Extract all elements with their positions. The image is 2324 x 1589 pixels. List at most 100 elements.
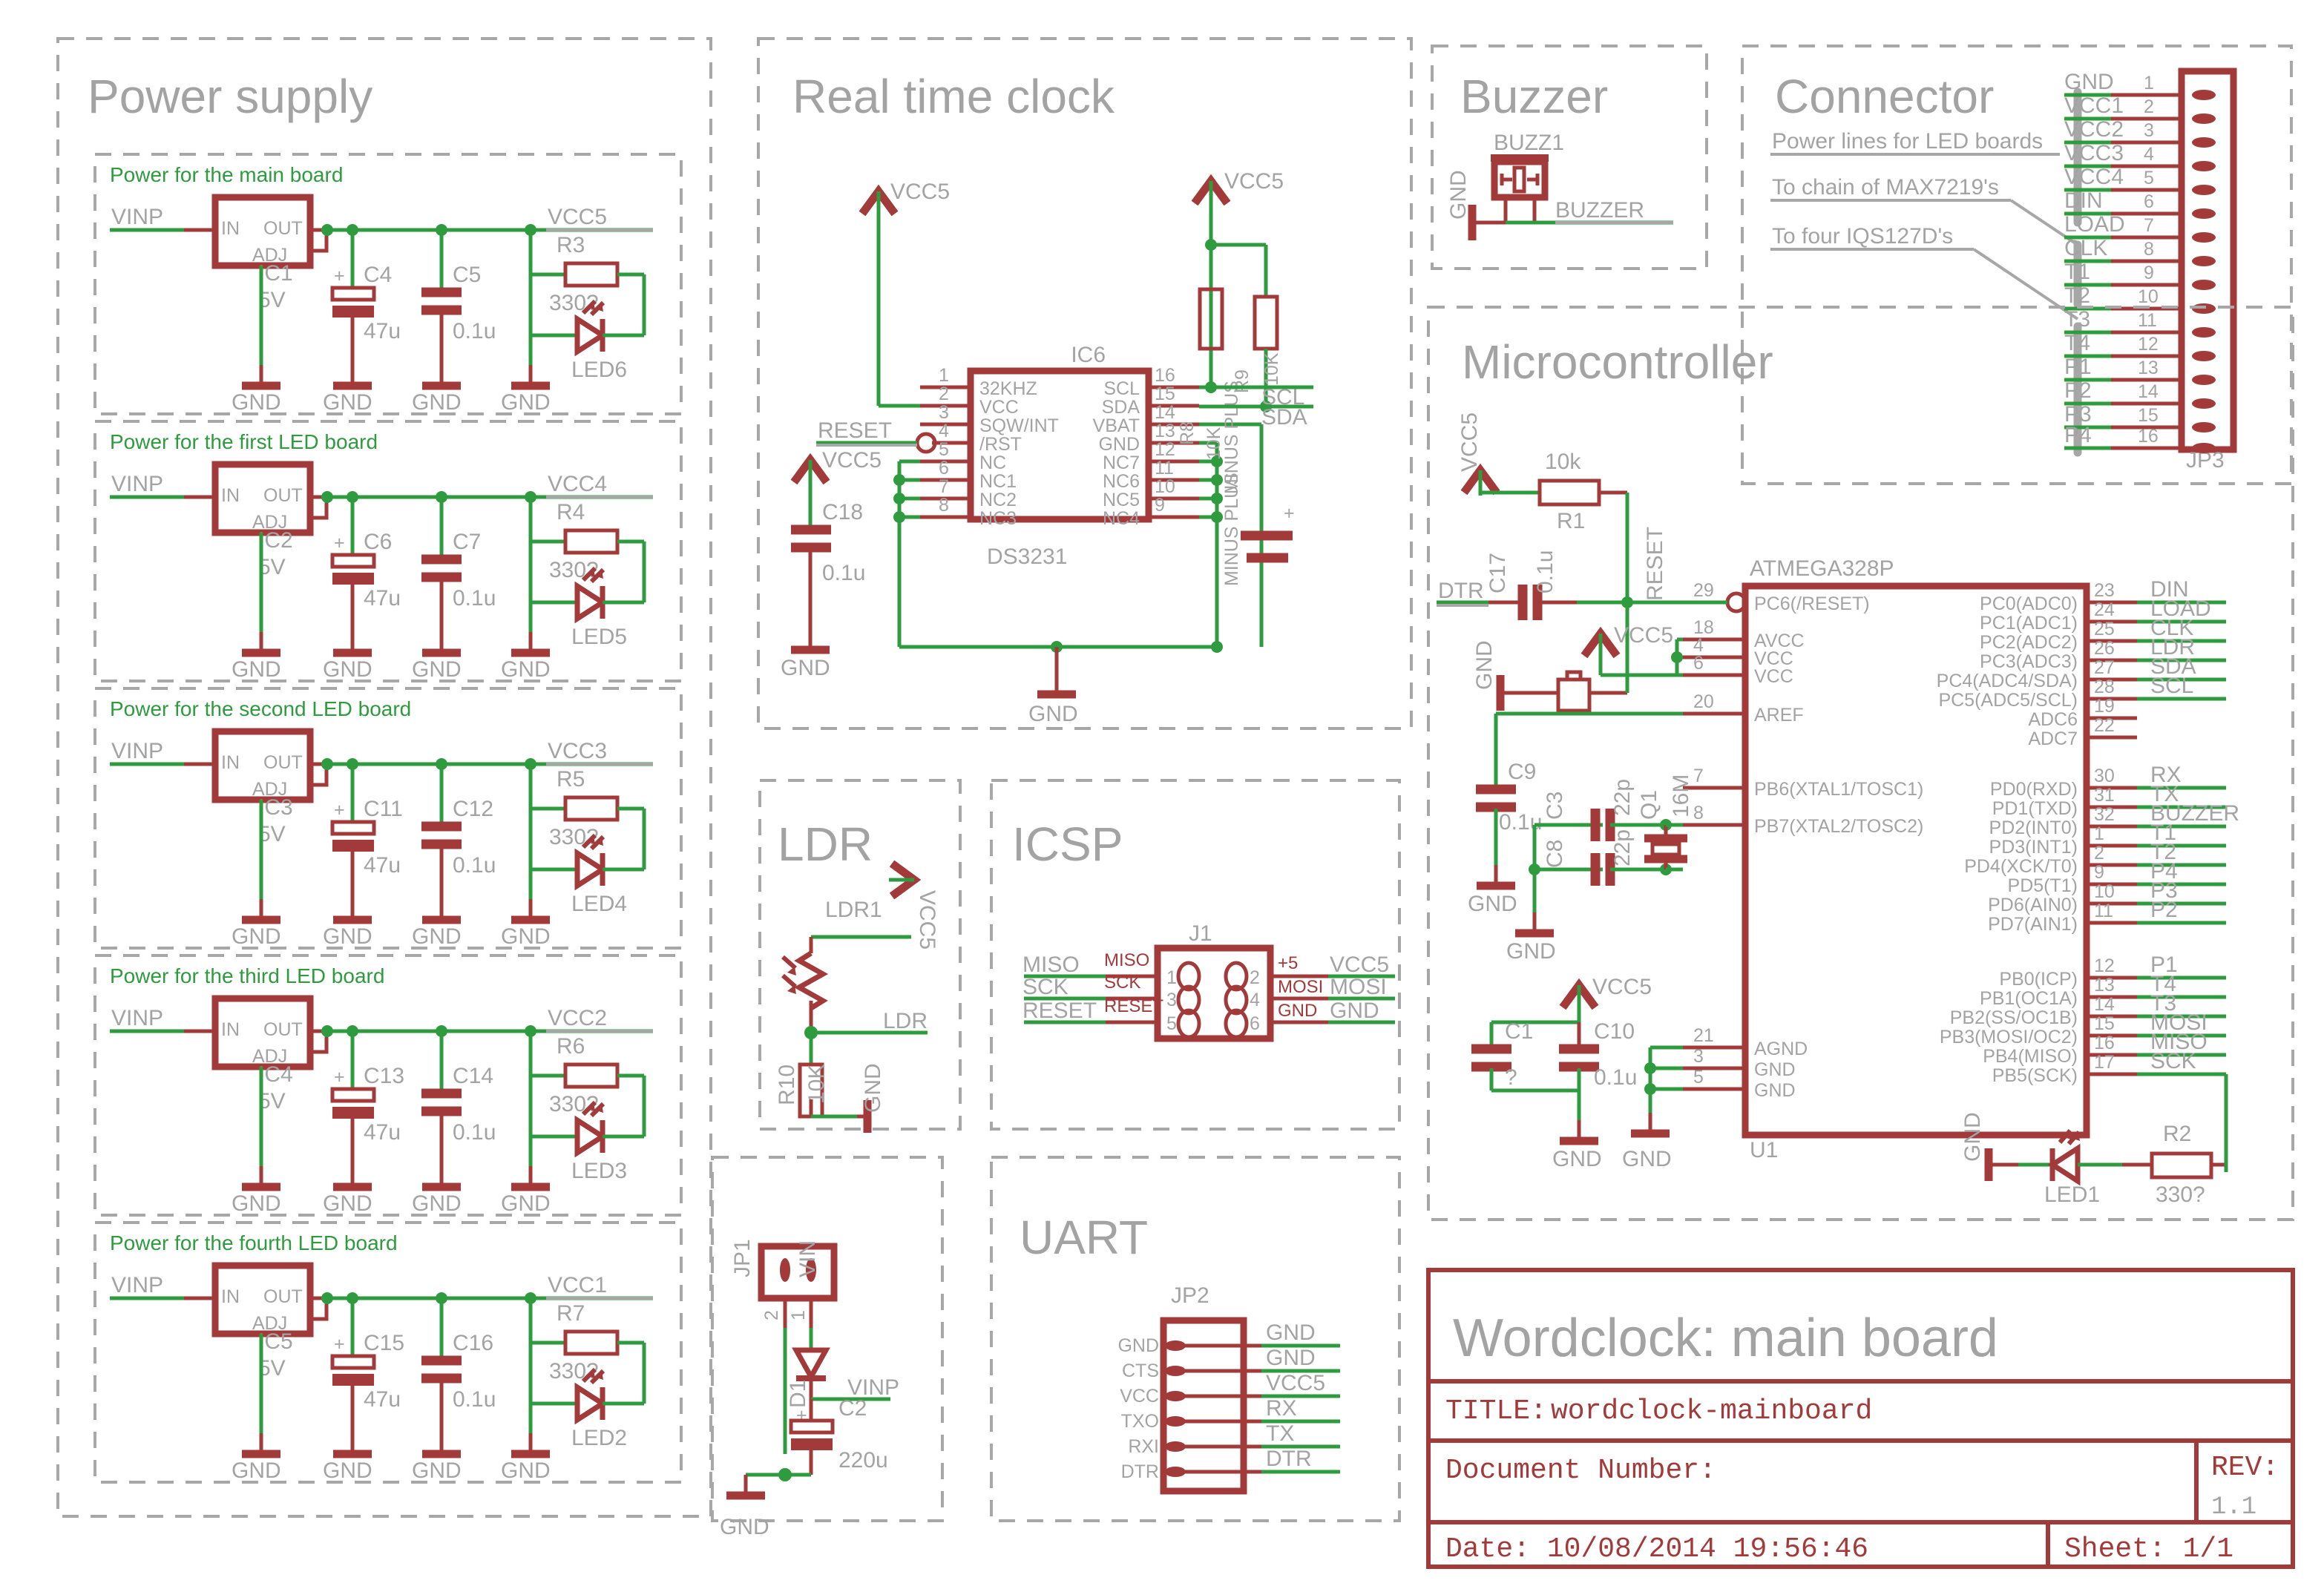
pin-number: 5 xyxy=(2144,168,2154,188)
pin-name: GND xyxy=(1754,1080,1796,1101)
resistor-r1-value: 10k xyxy=(1545,450,1581,474)
battery-label-minus: MINUS PLUS xyxy=(1221,473,1242,586)
regulator-pin-out: OUT xyxy=(263,1286,303,1307)
uart-pin-name: TXO xyxy=(1121,1411,1159,1432)
pin-number: 3 xyxy=(2144,120,2154,141)
uart-pin-name: GND xyxy=(1117,1335,1159,1356)
row-right-pinnum: 4 xyxy=(1250,990,1260,1010)
cap-c3-ref: C3 xyxy=(1543,792,1567,820)
resistor-r9-body xyxy=(1253,295,1279,351)
polarity-plus: + xyxy=(334,533,345,553)
row-left-pinlabel: MISO xyxy=(1104,950,1149,970)
resistor-body xyxy=(563,1062,620,1089)
gnd-label: GND xyxy=(323,1191,372,1216)
gnd-label: GND xyxy=(1446,170,1471,220)
power-block-caption: Power for the main board xyxy=(110,163,343,186)
polarity-plus: + xyxy=(334,1334,345,1355)
pin-number: 9 xyxy=(1155,495,1165,516)
pin-number: 7 xyxy=(2144,215,2154,236)
pin-name: PD3(INT1) xyxy=(1989,837,2078,858)
net-label-vinp: VINP xyxy=(111,472,163,496)
cap-big-ref: C11 xyxy=(364,797,403,821)
pin-number: 10 xyxy=(1155,476,1175,497)
cap-big-value: 47u xyxy=(364,853,401,878)
title-label: TITLE: xyxy=(1445,1395,1547,1427)
row-right-pinnum: 6 xyxy=(1250,1013,1260,1034)
pin-number: 5 xyxy=(939,439,949,460)
connector-note-0: Power lines for LED boards xyxy=(1772,129,2043,154)
cap-big-value: 47u xyxy=(364,586,401,611)
connector-note-2: To four IQS127D's xyxy=(1772,224,1953,249)
ic-ref: IC1 xyxy=(258,261,293,286)
pin-number: 20 xyxy=(1693,691,1714,712)
row-right-pinlabel: GND xyxy=(1278,1001,1317,1021)
mcu-crystal-network: C9 0.1u GND GND C3 C8 22p 22p Q1 16M xyxy=(1468,714,1693,964)
pin-net: P2 xyxy=(2064,378,2092,403)
cap-small-value: 0.1u xyxy=(453,1387,496,1412)
pin-name: PC4(ADC4/SDA) xyxy=(1937,671,2078,691)
power-block-main: Power for the main board VINP IN OUT ADJ… xyxy=(93,153,683,415)
pin-number: 29 xyxy=(1693,580,1714,601)
gnd-label: GND xyxy=(412,1191,462,1216)
gnd-label: GND xyxy=(232,1191,281,1216)
row-left-net: SCK xyxy=(1023,975,1069,999)
pin-net: T3 xyxy=(2064,307,2090,332)
uart-pin-name: DTR xyxy=(1121,1461,1159,1482)
pin-number: 3 xyxy=(939,402,949,423)
battery-plus-sign: + xyxy=(1284,503,1295,524)
pin-name: VBAT xyxy=(1093,415,1140,436)
pin-name: GND xyxy=(1754,1059,1796,1080)
resistor-r8-ref: R8 xyxy=(1177,421,1198,445)
power-block-led3: Power for the third LED board VINP IN OU… xyxy=(93,954,683,1217)
gnd-label: GND xyxy=(412,390,462,415)
cap-c8-ref: C8 xyxy=(1543,840,1567,868)
pin-number: 25 xyxy=(2094,619,2115,639)
pin-number: 11 xyxy=(1155,458,1174,478)
resistor-r2-body xyxy=(2150,1151,2213,1180)
pin-name: SCL xyxy=(1103,378,1140,399)
row-right-net: MOSI xyxy=(1330,975,1387,999)
regulator-pin-in: IN xyxy=(221,1019,240,1040)
pin-name: PC6(/RESET) xyxy=(1754,593,1870,614)
resistor-r1-ref: R1 xyxy=(1557,509,1585,533)
gnd-label: GND xyxy=(232,390,281,415)
cap-c2-ref: C2 xyxy=(838,1396,867,1421)
polarity-plus: + xyxy=(334,1067,345,1088)
pin-name: PB5(SCK) xyxy=(1992,1065,2078,1086)
section-title-uart: UART xyxy=(1020,1211,1148,1264)
row-right-pinlabel: +5 xyxy=(1278,953,1298,973)
cap-c10-value: 0.1u xyxy=(1594,1065,1637,1090)
cap-big-value: 47u xyxy=(364,1120,401,1145)
pin-number: 2 xyxy=(939,384,949,404)
pin-net: P4 xyxy=(2064,423,2092,447)
icsp-rows: MISO MISO 1 2 +5 VCC5 SCK SCK 3 4 MOSI M… xyxy=(1023,950,1395,1039)
pin-net: LOAD xyxy=(2064,212,2125,237)
row-left-pinlabel: SCK xyxy=(1104,973,1140,993)
net-label-ldr: LDR xyxy=(883,1009,928,1033)
cap-c17-ref: C17 xyxy=(1486,553,1510,593)
resistor-ref: R3 xyxy=(557,233,585,257)
schematic-sheet: Power supply Power for the main board VI… xyxy=(0,0,2324,1589)
cap-c3-value: 22p xyxy=(1610,779,1635,816)
rtc-frame xyxy=(757,37,1413,730)
pin-number: 6 xyxy=(939,458,949,478)
pin-number: 14 xyxy=(2094,994,2115,1015)
led-ref: LED4 xyxy=(571,892,627,916)
ic-ref: IC3 xyxy=(258,795,293,820)
jp1-pin1: 1 xyxy=(788,1310,809,1320)
sheet-line: Sheet: 1/1 xyxy=(2064,1533,2233,1565)
pin-number: 3 xyxy=(1693,1046,1704,1067)
reset-switch-body[interactable] xyxy=(1556,677,1592,713)
power-block-led4: Power for the fourth LED board VINP IN O… xyxy=(93,1221,683,1484)
pin-number: 31 xyxy=(2094,785,2115,806)
icsp-section: ICSP J1 MISO MISO 1 2 +5 VCC5 SCK SCK 3 … xyxy=(990,779,1401,1131)
power-block-led2: Power for the second LED board VINP IN O… xyxy=(93,687,683,950)
gnd-label: GND xyxy=(1472,640,1497,690)
regulator-pin-in: IN xyxy=(221,218,240,239)
polarity-plus: + xyxy=(334,800,345,820)
crystal-ref: Q1 xyxy=(1637,790,1661,820)
resistor-r1-body xyxy=(1537,478,1601,507)
gnd-label: GND xyxy=(232,657,281,682)
uart-net: DTR xyxy=(1266,1447,1312,1471)
pin-number: 16 xyxy=(1155,365,1175,386)
